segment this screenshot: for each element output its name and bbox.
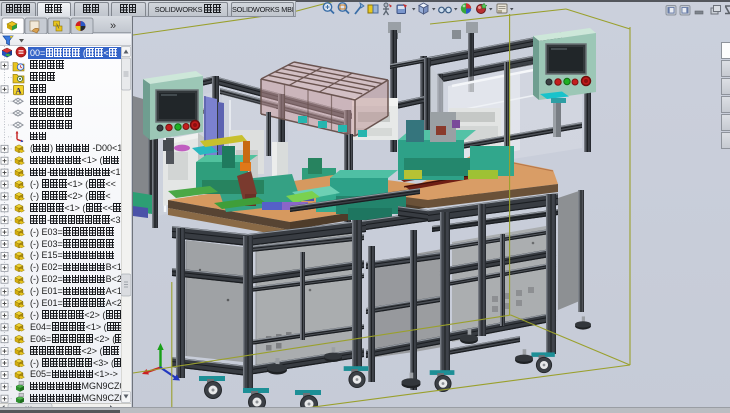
svg-text:»: »	[110, 20, 116, 32]
svg-text:A: A	[15, 85, 22, 95]
